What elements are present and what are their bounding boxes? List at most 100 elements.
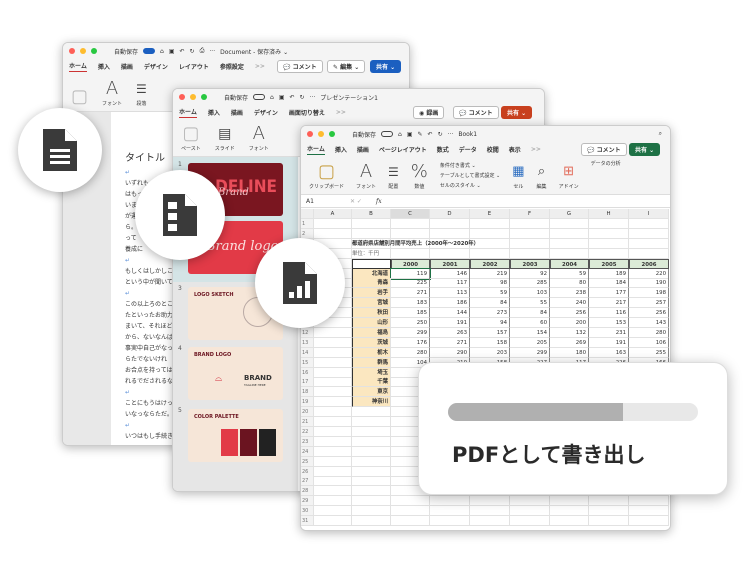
redo-icon[interactable]: ↻ (300, 94, 305, 101)
data-cell[interactable]: 238 (550, 288, 589, 299)
row-header[interactable]: 18 (301, 387, 314, 398)
column-header[interactable]: A (314, 209, 352, 219)
cell[interactable] (629, 496, 669, 507)
row-header[interactable]: 20 (301, 407, 314, 418)
data-cell[interactable]: 240 (550, 298, 589, 309)
cell[interactable] (629, 248, 669, 259)
year-header[interactable]: 2003 (510, 258, 550, 269)
cell[interactable] (629, 516, 669, 526)
cell[interactable] (314, 219, 352, 229)
tab-page-layout[interactable]: ページレイアウト (379, 145, 427, 154)
tab-design[interactable]: デザイン (144, 62, 168, 71)
cell[interactable] (352, 436, 391, 447)
save-icon[interactable]: ▣ (279, 94, 285, 101)
paste-button[interactable]: ▢ ペースト (181, 124, 201, 153)
column-header[interactable]: I (629, 209, 669, 219)
slide-button[interactable]: ▤ スライド (215, 124, 235, 152)
data-cell[interactable]: 257 (629, 298, 669, 309)
table-corner[interactable] (352, 258, 391, 269)
cell[interactable] (510, 219, 550, 229)
cell[interactable] (314, 486, 352, 497)
close-button[interactable] (179, 94, 185, 100)
cell[interactable] (352, 506, 391, 517)
data-cell[interactable]: 154 (510, 327, 550, 338)
data-cell[interactable]: 219 (470, 268, 510, 279)
cell[interactable] (352, 228, 391, 239)
tab-home[interactable]: ホーム (179, 107, 197, 118)
font-button[interactable]: A フォント (102, 79, 122, 108)
cell[interactable] (589, 496, 629, 507)
data-cell[interactable]: 191 (589, 337, 629, 348)
data-cell[interactable]: 180 (550, 347, 589, 358)
maximize-button[interactable] (201, 94, 207, 100)
tab-home[interactable]: ホーム (307, 144, 325, 155)
edit-icon[interactable]: ✎ (418, 131, 423, 138)
data-cell[interactable]: 153 (589, 318, 629, 328)
data-cell[interactable]: 225 (391, 278, 430, 289)
data-cell[interactable]: 157 (470, 327, 510, 338)
analyze-data-button[interactable]: データの分析 (591, 160, 621, 167)
data-cell[interactable]: 250 (391, 318, 430, 328)
save-icon[interactable]: ▣ (407, 131, 413, 138)
data-cell[interactable]: 205 (510, 337, 550, 348)
cell[interactable] (352, 417, 391, 427)
row-header[interactable]: 15 (301, 357, 314, 368)
data-cell[interactable]: 143 (629, 318, 669, 328)
data-cell[interactable]: 55 (510, 298, 550, 309)
column-header[interactable]: G (550, 209, 589, 219)
prefecture-label[interactable]: 福島 (352, 327, 391, 338)
cell[interactable] (314, 436, 352, 447)
tab-review[interactable]: 校閲 (487, 145, 499, 154)
data-cell[interactable]: 299 (391, 327, 430, 338)
close-button[interactable] (307, 131, 313, 137)
save-icon[interactable]: ▣ (169, 48, 175, 55)
tab-home[interactable]: ホーム (69, 61, 87, 72)
clipboard-button[interactable]: ▢ クリップボード (309, 162, 344, 191)
data-cell[interactable]: 186 (430, 298, 470, 309)
tab-data[interactable]: データ (459, 145, 477, 154)
column-header[interactable]: H (589, 209, 629, 219)
row-header[interactable]: 21 (301, 417, 314, 427)
select-all-corner[interactable] (301, 209, 314, 219)
data-cell[interactable]: 144 (430, 308, 470, 319)
editing-button[interactable]: ⌕ 編集 (537, 162, 547, 190)
row-header[interactable]: 22 (301, 426, 314, 437)
cell[interactable] (470, 506, 510, 517)
row-header[interactable]: 17 (301, 377, 314, 388)
minimize-button[interactable] (318, 131, 324, 137)
cell[interactable] (629, 506, 669, 517)
cell[interactable] (352, 486, 391, 497)
data-cell[interactable]: 220 (629, 268, 669, 279)
data-cell[interactable]: 290 (430, 347, 470, 358)
share-button[interactable]: 共有 ⌄ (501, 106, 533, 119)
data-cell[interactable]: 113 (430, 288, 470, 299)
cell[interactable] (629, 219, 669, 229)
cell[interactable] (510, 506, 550, 517)
row-header[interactable]: 31 (301, 516, 314, 526)
cell[interactable] (314, 516, 352, 526)
tab-insert[interactable]: 挿入 (208, 108, 220, 117)
data-cell[interactable]: 184 (589, 278, 629, 289)
minimize-button[interactable] (80, 48, 86, 54)
cell[interactable] (550, 496, 589, 507)
column-header[interactable]: E (470, 209, 510, 219)
cell[interactable] (352, 219, 391, 229)
tab-layout[interactable]: レイアウト (179, 62, 209, 71)
cell[interactable] (391, 516, 430, 526)
cell[interactable] (314, 327, 352, 338)
data-cell[interactable]: 263 (430, 327, 470, 338)
row-header[interactable]: 29 (301, 496, 314, 507)
year-header[interactable]: 2000 (391, 258, 430, 269)
data-cell[interactable]: 190 (629, 278, 669, 289)
record-button[interactable]: ◉ 録画 (413, 106, 445, 119)
row-header[interactable]: 13 (301, 337, 314, 348)
fx-icon[interactable]: fx (376, 198, 382, 205)
document-title[interactable]: Document - 保存済み ⌄ (220, 47, 288, 56)
cell[interactable] (314, 476, 352, 487)
cell[interactable] (430, 228, 470, 239)
cell[interactable] (314, 456, 352, 467)
cell[interactable] (430, 219, 470, 229)
cell[interactable] (352, 476, 391, 487)
data-cell[interactable]: 273 (470, 308, 510, 319)
prefecture-label[interactable]: 神奈川 (352, 397, 391, 408)
